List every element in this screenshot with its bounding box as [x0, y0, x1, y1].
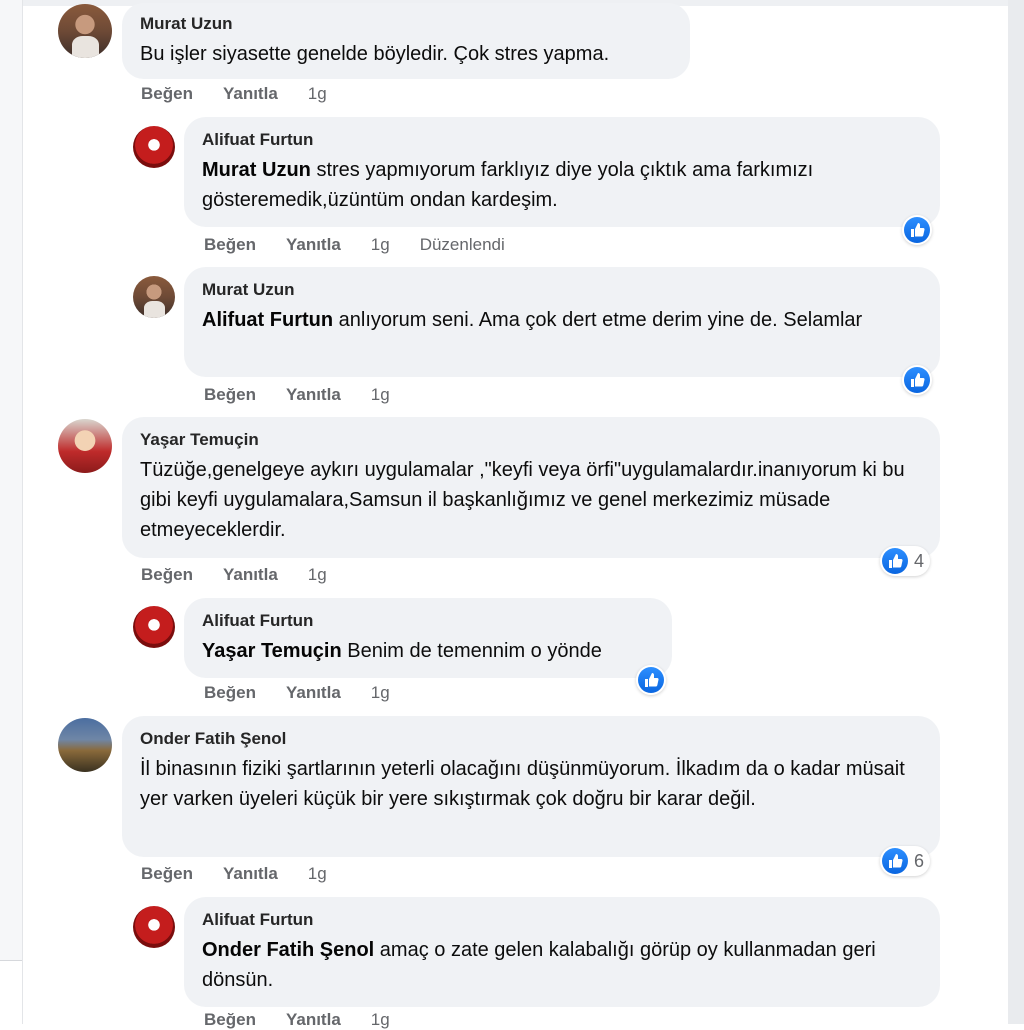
reply-link[interactable]: Yanıtla: [223, 565, 278, 584]
comment-author[interactable]: Yaşar Temuçin: [140, 430, 924, 450]
avatar[interactable]: [58, 4, 112, 58]
reaction-badge[interactable]: 4: [880, 546, 931, 576]
comment-text: Onder Fatih Şenol amaç o zate gelen kala…: [202, 939, 876, 991]
thumbs-up-icon: [638, 667, 664, 693]
reply-link[interactable]: Yanıtla: [286, 1010, 341, 1029]
like-link[interactable]: Beğen: [204, 385, 256, 404]
timestamp[interactable]: 1g: [308, 84, 327, 103]
thumbs-up-icon: [882, 848, 908, 874]
comment-text: Bu işler siyasette genelde böyledir. Çok…: [140, 43, 610, 65]
timestamp[interactable]: 1g: [308, 565, 327, 584]
timestamp[interactable]: 1g: [371, 683, 390, 702]
comment-bubble: Alifuat Furtun Murat Uzun stres yapmıyor…: [184, 117, 940, 227]
comment-actions: Beğen Yanıtla 1g Düzenlendi: [204, 235, 535, 255]
reply-link[interactable]: Yanıtla: [286, 235, 341, 254]
avatar[interactable]: [133, 276, 175, 318]
comment-text: Murat Uzun stres yapmıyorum farklıyız di…: [202, 159, 814, 211]
comment-actions: Beğen Yanıtla 1g: [141, 864, 357, 884]
comment-author[interactable]: Alifuat Furtun: [202, 611, 662, 631]
panel-corner: [0, 960, 22, 1025]
like-link[interactable]: Beğen: [141, 84, 193, 103]
reaction-badge[interactable]: 6: [880, 846, 931, 876]
avatar[interactable]: [133, 906, 175, 948]
mention-link[interactable]: Alifuat Furtun: [202, 309, 333, 331]
reaction-badge[interactable]: [902, 215, 932, 245]
comment-bubble: Murat Uzun Bu işler siyasette genelde bö…: [122, 3, 690, 79]
window-left-edge: [0, 0, 23, 1025]
reply-link[interactable]: Yanıtla: [223, 84, 278, 103]
reply-link[interactable]: Yanıtla: [286, 683, 341, 702]
reply-link[interactable]: Yanıtla: [286, 385, 341, 404]
avatar[interactable]: [58, 718, 112, 772]
reaction-badge[interactable]: [636, 665, 666, 695]
timestamp[interactable]: 1g: [371, 235, 390, 254]
like-link[interactable]: Beğen: [204, 1010, 256, 1029]
comment-actions: Beğen Yanıtla 1g: [204, 683, 420, 703]
like-link[interactable]: Beğen: [204, 683, 256, 702]
comment-text: Tüzüğe,genelgeye aykırı uygulamalar ,"ke…: [140, 459, 905, 541]
thumbs-up-icon: [882, 548, 908, 574]
comment-actions: Beğen Yanıtla 1g: [141, 84, 357, 104]
reply-link[interactable]: Yanıtla: [223, 864, 278, 883]
scrollbar-track[interactable]: [1008, 0, 1024, 1024]
thumbs-up-icon: [904, 367, 930, 393]
avatar[interactable]: [58, 419, 112, 473]
comment-actions: Beğen Yanıtla 1g: [204, 385, 420, 405]
avatar[interactable]: [133, 126, 175, 168]
comment-actions: Beğen Yanıtla 1g: [204, 1010, 420, 1030]
comment-author[interactable]: Alifuat Furtun: [202, 910, 924, 930]
comment-text: Yaşar Temuçin Benim de temennim o yönde: [202, 640, 602, 662]
comment-author[interactable]: Murat Uzun: [202, 280, 924, 300]
comment-bubble: Yaşar Temuçin Tüzüğe,genelgeye aykırı uy…: [122, 417, 940, 558]
comment-actions: Beğen Yanıtla 1g: [141, 565, 357, 585]
comment-text: Alifuat Furtun anlıyorum seni. Ama çok d…: [202, 309, 863, 331]
mention-link[interactable]: Onder Fatih Şenol: [202, 939, 374, 961]
mention-link[interactable]: Yaşar Temuçin: [202, 640, 342, 662]
timestamp[interactable]: 1g: [308, 864, 327, 883]
comment-bubble: Alifuat Furtun Yaşar Temuçin Benim de te…: [184, 598, 672, 678]
comment-author[interactable]: Alifuat Furtun: [202, 130, 924, 150]
comment-bubble: Alifuat Furtun Onder Fatih Şenol amaç o …: [184, 897, 940, 1007]
comment-author[interactable]: Onder Fatih Şenol: [140, 729, 924, 749]
mention-link[interactable]: Murat Uzun: [202, 159, 311, 181]
thumbs-up-icon: [904, 217, 930, 243]
reaction-badge[interactable]: [902, 365, 932, 395]
timestamp[interactable]: 1g: [371, 1010, 390, 1029]
comment-text: İl binasının fiziki şartlarının yeterli …: [140, 758, 905, 810]
comment-bubble: Onder Fatih Şenol İl binasının fiziki şa…: [122, 716, 940, 857]
avatar[interactable]: [133, 606, 175, 648]
timestamp[interactable]: 1g: [371, 385, 390, 404]
comment-author[interactable]: Murat Uzun: [140, 14, 674, 34]
comment-bubble: Murat Uzun Alifuat Furtun anlıyorum seni…: [184, 267, 940, 377]
like-link[interactable]: Beğen: [141, 864, 193, 883]
edited-label: Düzenlendi: [419, 235, 505, 254]
reaction-count: 6: [914, 850, 925, 871]
like-link[interactable]: Beğen: [141, 565, 193, 584]
reaction-count: 4: [914, 550, 925, 571]
like-link[interactable]: Beğen: [204, 235, 256, 254]
